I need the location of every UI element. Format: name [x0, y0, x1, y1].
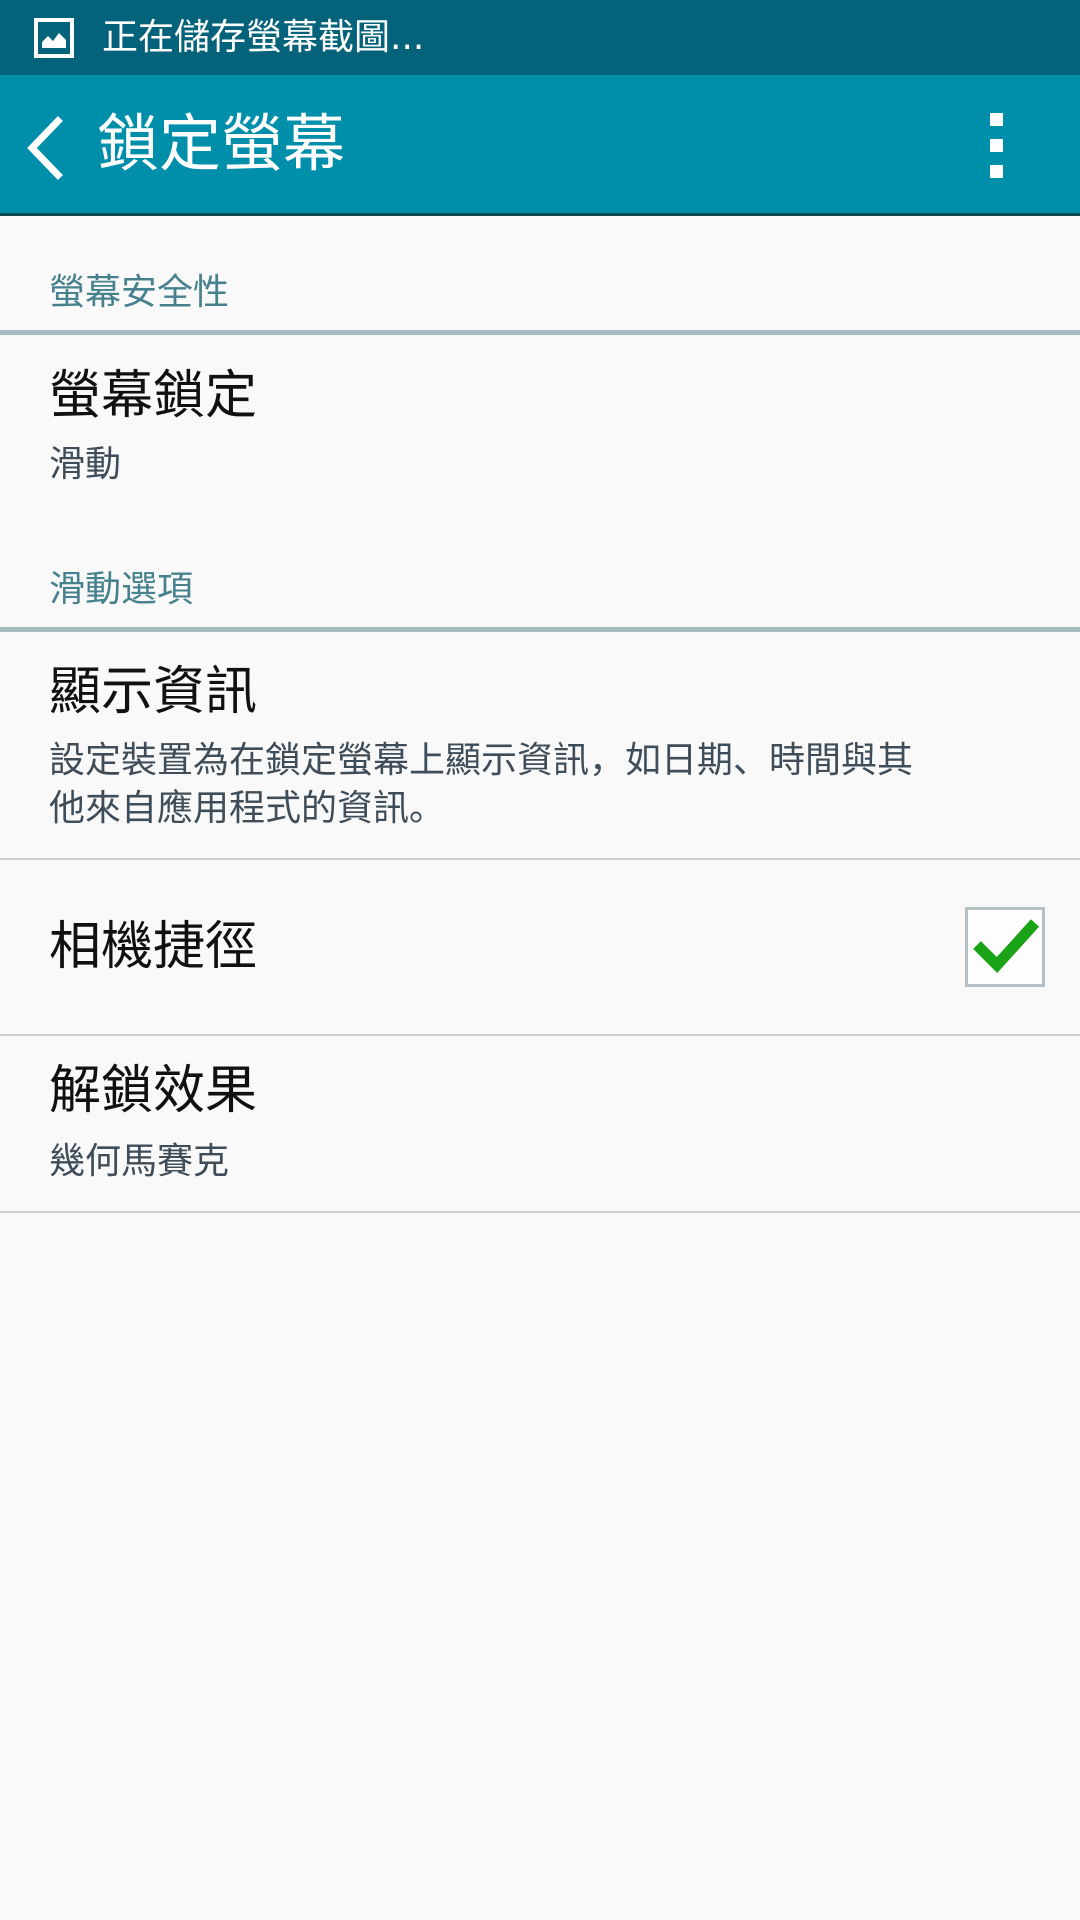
screenshot-image-icon — [34, 17, 74, 58]
unlock-effect-item[interactable]: 解鎖效果 幾何馬賽克 — [0, 1036, 1080, 1212]
show-information-summary-line2: 他來自應用程式的資訊。 — [49, 788, 446, 829]
status-bar: 正在儲存螢幕截圖... — [0, 0, 1080, 75]
unlock-effect-title: 解鎖效果 — [49, 1061, 258, 1121]
section-header-swipe-options: 滑動選項 — [0, 535, 1080, 632]
section-header-screen-security: 螢幕安全性 — [0, 216, 1080, 335]
camera-shortcut-checkbox[interactable] — [965, 907, 1045, 987]
camera-shortcut-title: 相機捷徑 — [49, 917, 258, 977]
list-divider — [0, 1211, 1080, 1213]
camera-shortcut-item[interactable]: 相機捷徑 — [0, 860, 1080, 1034]
screen-lock-item[interactable]: 螢幕鎖定 滑動 — [0, 335, 1080, 535]
screen-lock-title: 螢幕鎖定 — [49, 366, 258, 426]
unlock-effect-summary: 幾何馬賽克 — [49, 1141, 230, 1182]
show-information-item[interactable]: 顯示資訊 設定裝置為在鎖定螢幕上顯示資訊，如日期、時間與其 他來自應用程式的資訊… — [0, 632, 1080, 858]
overflow-menu-button[interactable] — [968, 108, 1024, 184]
section-header-label: 滑動選項 — [49, 569, 194, 610]
page-title: 鎖定螢幕 — [97, 107, 346, 180]
show-information-title: 顯示資訊 — [49, 662, 258, 722]
section-header-label: 螢幕安全性 — [49, 272, 230, 313]
chevron-left-icon — [27, 116, 63, 180]
checkmark-icon — [973, 919, 1039, 973]
back-button[interactable] — [22, 113, 72, 183]
screen-lock-summary: 滑動 — [49, 444, 122, 485]
show-information-summary-line1: 設定裝置為在鎖定螢幕上顯示資訊，如日期、時間與其 — [49, 740, 914, 781]
action-bar: 鎖定螢幕 — [0, 75, 1080, 216]
status-notification-text: 正在儲存螢幕截圖... — [102, 16, 425, 58]
